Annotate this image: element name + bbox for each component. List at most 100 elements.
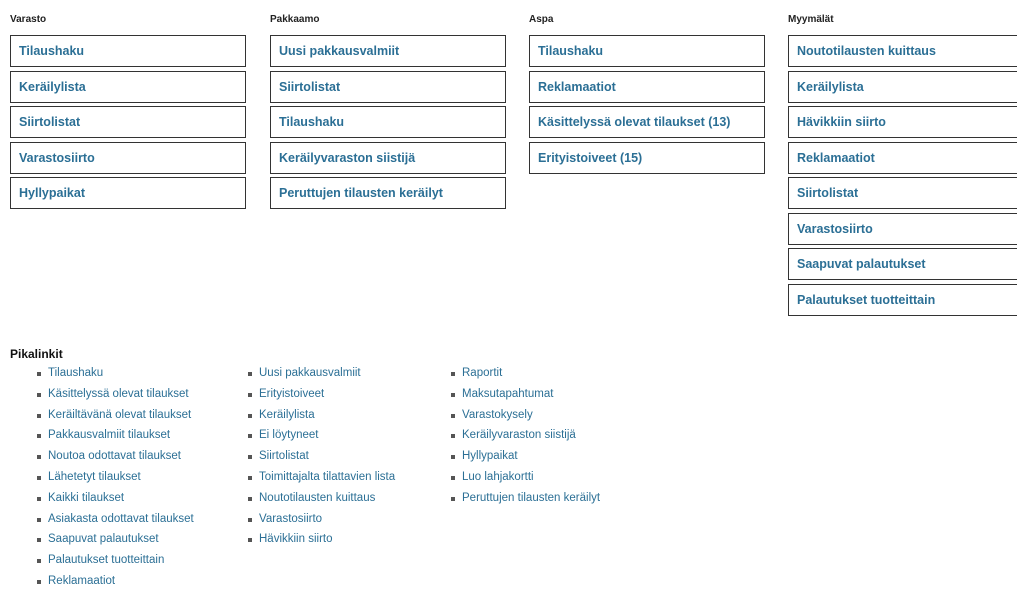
pikalinkit-item: Raportit <box>448 366 600 387</box>
pikalinkit-link[interactable]: Noutotilausten kuittaus <box>259 492 375 504</box>
aspa-kasittelyssa-olevat-tilaukset-button[interactable]: Käsittelyssä olevat tilaukset (13) <box>529 106 765 138</box>
pikalinkit-link[interactable]: Keräilylista <box>259 409 315 421</box>
myymalat-saapuvat-palautukset-button[interactable]: Saapuvat palautukset <box>788 248 1017 280</box>
bullet-icon <box>37 372 41 376</box>
myymalat-siirtolistat-button[interactable]: Siirtolistat <box>788 177 1017 209</box>
pikalinkit-link[interactable]: Keräiltävänä olevat tilaukset <box>48 409 191 421</box>
pakkaamo-tilaushaku-button[interactable]: Tilaushaku <box>270 106 506 138</box>
aspa-erityistoiveet-button[interactable]: Erityistoiveet (15) <box>529 141 765 174</box>
section-varasto: Varasto Tilaushaku Keräilylista Siirtoli… <box>10 0 246 213</box>
pikalinkit-link[interactable]: Toimittajalta tilattavien lista <box>259 471 395 483</box>
pikalinkit-item: Luo lahjakortti <box>448 470 600 491</box>
pikalinkit-link[interactable]: Pakkausvalmiit tilaukset <box>48 429 170 441</box>
bullet-icon <box>451 413 455 418</box>
bullet-icon <box>37 413 41 418</box>
pikalinkit-item: Lähetetyt tilaukset <box>34 470 194 491</box>
pikalinkit-item: Palautukset tuotteittain <box>34 553 194 574</box>
pikalinkit-link[interactable]: Tilaushaku <box>48 367 103 379</box>
section-pakkaamo: Pakkaamo Uusi pakkausvalmiit Siirtolista… <box>270 0 506 213</box>
pikalinkit-link[interactable]: Luo lahjakortti <box>462 471 534 483</box>
bullet-icon <box>37 579 41 584</box>
bullet-icon <box>451 475 455 480</box>
pikalinkit-item: Keräiltävänä olevat tilaukset <box>34 408 194 429</box>
pikalinkit-link[interactable]: Maksutapahtumat <box>462 388 553 400</box>
pikalinkit-item: Hyllypaikat <box>448 449 600 470</box>
pikalinkit-item: Uusi pakkausvalmiit <box>245 366 395 387</box>
bullet-icon <box>451 455 455 460</box>
pikalinkit-item: Erityistoiveet <box>245 387 395 408</box>
pakkaamo-siirtolistat-button[interactable]: Siirtolistat <box>270 70 506 103</box>
myymalat-havikkiin-siirto-button[interactable]: Hävikkiin siirto <box>788 106 1017 138</box>
bullet-icon <box>451 496 455 501</box>
bullet-icon <box>37 434 41 439</box>
pikalinkit-item: Käsittelyssä olevat tilaukset <box>34 387 194 408</box>
pikalinkit-title: Pikalinkit <box>10 347 63 361</box>
pikalinkit-item: Peruttujen tilausten keräilyt <box>448 491 600 512</box>
bullet-icon <box>451 434 455 439</box>
pikalinkit-link[interactable]: Lähetetyt tilaukset <box>48 471 141 483</box>
bullet-icon <box>37 559 41 564</box>
bullet-icon <box>248 496 252 501</box>
pikalinkit-link[interactable]: Ei löytyneet <box>259 429 318 441</box>
myymalat-palautukset-tuotteittain-button[interactable]: Palautukset tuotteittain <box>788 283 1017 316</box>
section-title: Myymälät <box>788 14 834 25</box>
varasto-siirtolistat-button[interactable]: Siirtolistat <box>10 106 246 138</box>
pikalinkit-item: Ei löytyneet <box>245 428 395 449</box>
bullet-icon <box>248 372 252 376</box>
pikalinkit-link[interactable]: Asiakasta odottavat tilaukset <box>48 513 194 525</box>
varasto-hyllypaikat-button[interactable]: Hyllypaikat <box>10 177 246 209</box>
pikalinkit-item: Varastosiirto <box>245 512 395 533</box>
pikalinkit-item: Reklamaatiot <box>34 574 194 595</box>
pikalinkit-link[interactable]: Uusi pakkausvalmiit <box>259 367 361 379</box>
bullet-icon <box>248 475 252 480</box>
pikalinkit-link[interactable]: Peruttujen tilausten keräilyt <box>462 492 600 504</box>
pikalinkit-link[interactable]: Kaikki tilaukset <box>48 492 124 504</box>
section-aspa: Aspa Tilaushaku Reklamaatiot Käsittelyss… <box>529 0 765 177</box>
pakkaamo-kerailyvaraston-siistija-button[interactable]: Keräilyvaraston siistijä <box>270 141 506 174</box>
pikalinkit-item: Noutotilausten kuittaus <box>245 491 395 512</box>
aspa-tilaushaku-button[interactable]: Tilaushaku <box>529 35 765 67</box>
bullet-icon <box>37 475 41 480</box>
pikalinkit-item: Tilaushaku <box>34 366 194 387</box>
pikalinkit-link[interactable]: Varastosiirto <box>259 513 322 525</box>
varasto-varastosiirto-button[interactable]: Varastosiirto <box>10 141 246 174</box>
aspa-reklamaatiot-button[interactable]: Reklamaatiot <box>529 70 765 103</box>
section-title: Pakkaamo <box>270 14 320 25</box>
pikalinkit-link[interactable]: Hyllypaikat <box>462 450 518 462</box>
bullet-icon <box>248 392 252 397</box>
pikalinkit-item: Kaikki tilaukset <box>34 491 194 512</box>
varasto-kerailylista-button[interactable]: Keräilylista <box>10 70 246 103</box>
pikalinkit-link[interactable]: Raportit <box>462 367 502 379</box>
bullet-icon <box>248 517 252 522</box>
pakkaamo-peruttujen-tilausten-kerailyt-button[interactable]: Peruttujen tilausten keräilyt <box>270 177 506 209</box>
pikalinkit-link[interactable]: Erityistoiveet <box>259 388 324 400</box>
pikalinkit-item: Pakkausvalmiit tilaukset <box>34 428 194 449</box>
pikalinkit-link[interactable]: Reklamaatiot <box>48 575 115 587</box>
pikalinkit-link[interactable]: Hävikkiin siirto <box>259 533 333 545</box>
myymalat-kerailylista-button[interactable]: Keräilylista <box>788 70 1017 103</box>
pikalinkit-link[interactable]: Käsittelyssä olevat tilaukset <box>48 388 189 400</box>
bullet-icon <box>248 413 252 418</box>
pikalinkit-link[interactable]: Keräilyvaraston siistijä <box>462 429 576 441</box>
pikalinkit-link[interactable]: Palautukset tuotteittain <box>48 554 164 566</box>
bullet-icon <box>37 496 41 501</box>
section-title: Aspa <box>529 14 554 25</box>
pikalinkit-item: Siirtolistat <box>245 449 395 470</box>
pikalinkit-link[interactable]: Saapuvat palautukset <box>48 533 159 545</box>
pakkaamo-uusi-pakkausvalmiit-button[interactable]: Uusi pakkausvalmiit <box>270 35 506 67</box>
pikalinkit-list-2: Uusi pakkausvalmiit Erityistoiveet Keräily… <box>245 366 395 553</box>
pikalinkit-item: Noutoa odottavat tilaukset <box>34 449 194 470</box>
bullet-icon <box>248 434 252 439</box>
pikalinkit-link[interactable]: Noutoa odottavat tilaukset <box>48 450 181 462</box>
myymalat-varastosiirto-button[interactable]: Varastosiirto <box>788 212 1017 245</box>
pikalinkit-link[interactable]: Varastokysely <box>462 409 533 421</box>
pikalinkit-item: Hävikkiin siirto <box>245 532 395 553</box>
varasto-tilaushaku-button[interactable]: Tilaushaku <box>10 35 246 67</box>
pikalinkit-link[interactable]: Siirtolistat <box>259 450 309 462</box>
pikalinkit-list-3: Raportit Maksutapahtumat Varastokysely Kerä… <box>448 366 600 512</box>
myymalat-reklamaatiot-button[interactable]: Reklamaatiot <box>788 141 1017 174</box>
bullet-icon <box>37 538 41 543</box>
bullet-icon <box>37 392 41 397</box>
myymalat-noutotilausten-kuittaus-button[interactable]: Noutotilausten kuittaus <box>788 35 1017 67</box>
bullet-icon <box>37 517 41 522</box>
